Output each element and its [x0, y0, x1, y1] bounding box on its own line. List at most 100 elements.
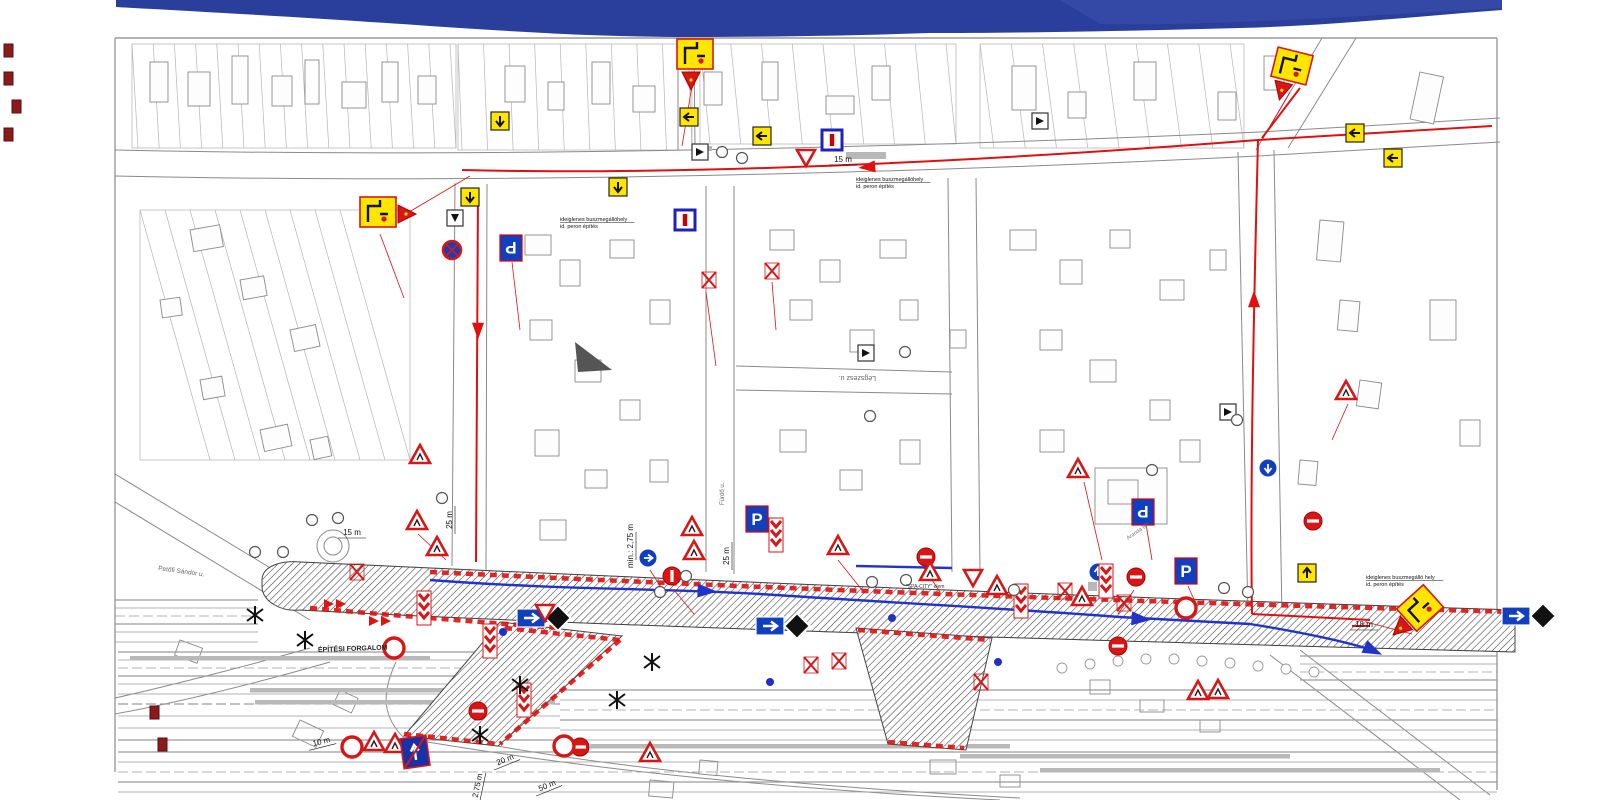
- tree: [1281, 664, 1291, 674]
- prohibition-ring-sign: [342, 737, 362, 757]
- no-entry-bar: [1112, 644, 1124, 647]
- leader-line: [380, 234, 404, 298]
- auxiliary-arrow-plate: [447, 210, 463, 226]
- building: [1010, 230, 1036, 250]
- parking-sign: P: [1175, 558, 1197, 584]
- roundabout: [324, 537, 342, 555]
- no-entry-sign: [917, 548, 935, 566]
- building: [1298, 460, 1318, 485]
- crossing-x-icon: [297, 631, 313, 649]
- building: [160, 297, 182, 318]
- roadworks-warning-sign: [407, 511, 427, 529]
- red-x-icon: [702, 272, 716, 288]
- tree: [1225, 658, 1235, 668]
- map-text-label: ideiglenes buszmegálló helyid. peron épí…: [1366, 575, 1443, 588]
- dimension-label: 20 m: [495, 752, 515, 767]
- building: [530, 320, 552, 340]
- marker-dot: [994, 658, 1002, 666]
- double-arrow-icon: [369, 616, 391, 626]
- building: [382, 62, 398, 102]
- building: [1460, 420, 1480, 446]
- building: [418, 76, 436, 104]
- red-detour-route: [476, 190, 478, 562]
- removed-parking-cross: [702, 272, 716, 288]
- building: [650, 460, 668, 482]
- minor-sign-circle: [1243, 587, 1254, 598]
- building: [525, 235, 551, 255]
- restriction-bar-sign: [675, 210, 695, 230]
- street-edge: [486, 184, 487, 570]
- minor-sign-circle: [1232, 415, 1243, 426]
- no-entry-bar: [574, 745, 586, 748]
- label-line: Légszesz u.: [839, 374, 876, 381]
- parcel-line: [323, 44, 329, 148]
- auxiliary-arrow-plate: [1032, 113, 1048, 129]
- building: [548, 82, 564, 110]
- red-detour-route: [1251, 140, 1258, 614]
- parcel-line: [174, 44, 180, 148]
- red-route-arrow: [1248, 290, 1260, 307]
- tree: [1197, 656, 1207, 666]
- edge-legend-mark: [150, 706, 159, 719]
- building: [826, 96, 854, 114]
- give-way-triangle: [964, 570, 982, 586]
- building: [820, 260, 840, 282]
- detour-dot: [381, 216, 386, 221]
- chevron-guide-board: [769, 518, 783, 552]
- detour-board: [677, 39, 713, 69]
- parcel-line: [586, 44, 590, 150]
- tree: [1253, 661, 1263, 671]
- building: [840, 470, 862, 490]
- parcel-line: [611, 44, 615, 150]
- ring-circle: [342, 737, 362, 757]
- parcel-line: [946, 44, 956, 144]
- level-crossing-mark: [644, 653, 660, 671]
- parcel-line: [484, 44, 488, 150]
- parcel-line: [259, 44, 265, 148]
- building: [1040, 330, 1062, 350]
- no-entry-sign: [1109, 637, 1127, 655]
- building: [1337, 300, 1360, 332]
- building: [1410, 72, 1443, 124]
- label-line: id. peron építés: [1366, 582, 1404, 588]
- roadworks-warning-sign: [410, 445, 430, 463]
- oneway-up-sign: [400, 735, 430, 768]
- give-way-sign: [964, 570, 982, 586]
- yellow-arrow-sign: [753, 127, 771, 145]
- parcel-line: [535, 44, 539, 150]
- building: [305, 60, 319, 104]
- tree: [1169, 654, 1179, 664]
- building: [592, 62, 610, 104]
- no-entry-bar: [1130, 575, 1142, 578]
- building: [240, 276, 267, 300]
- traffic-plan-page: PPPP 15 m15 m10 m20 m50 m2.75 mmin.: 2,7…: [0, 0, 1600, 800]
- priority-diamond-icon: [1530, 603, 1555, 628]
- building: [1160, 280, 1184, 300]
- removed-parking-cross: [832, 653, 846, 669]
- parcel-block: [132, 44, 456, 148]
- building: [560, 260, 580, 286]
- leader-line: [772, 282, 776, 330]
- minor-sign-circle: [1147, 465, 1158, 476]
- restriction-bar-sign: [822, 130, 842, 150]
- detour-dot: [698, 58, 703, 63]
- red-direction-arrows: [369, 616, 391, 626]
- street-edge: [948, 178, 952, 572]
- yellow-arrow-sign: [461, 188, 479, 206]
- level-crossing-mark: [247, 606, 263, 624]
- parcel-line: [1199, 44, 1213, 148]
- building: [1150, 400, 1170, 420]
- parcel-line: [458, 44, 462, 150]
- ring-circle: [554, 736, 574, 756]
- building: [704, 72, 722, 105]
- parcel-block: [458, 44, 692, 150]
- leader-line: [1262, 92, 1290, 140]
- building: [190, 225, 223, 252]
- edge-legend-mark: [4, 72, 13, 85]
- removed-parking-cross: [765, 263, 779, 279]
- building: [1090, 360, 1116, 382]
- label-line: Fürdő u.: [720, 482, 726, 505]
- tree: [1113, 656, 1123, 666]
- no-entry-sign: [1304, 512, 1322, 530]
- street-edge: [976, 178, 980, 574]
